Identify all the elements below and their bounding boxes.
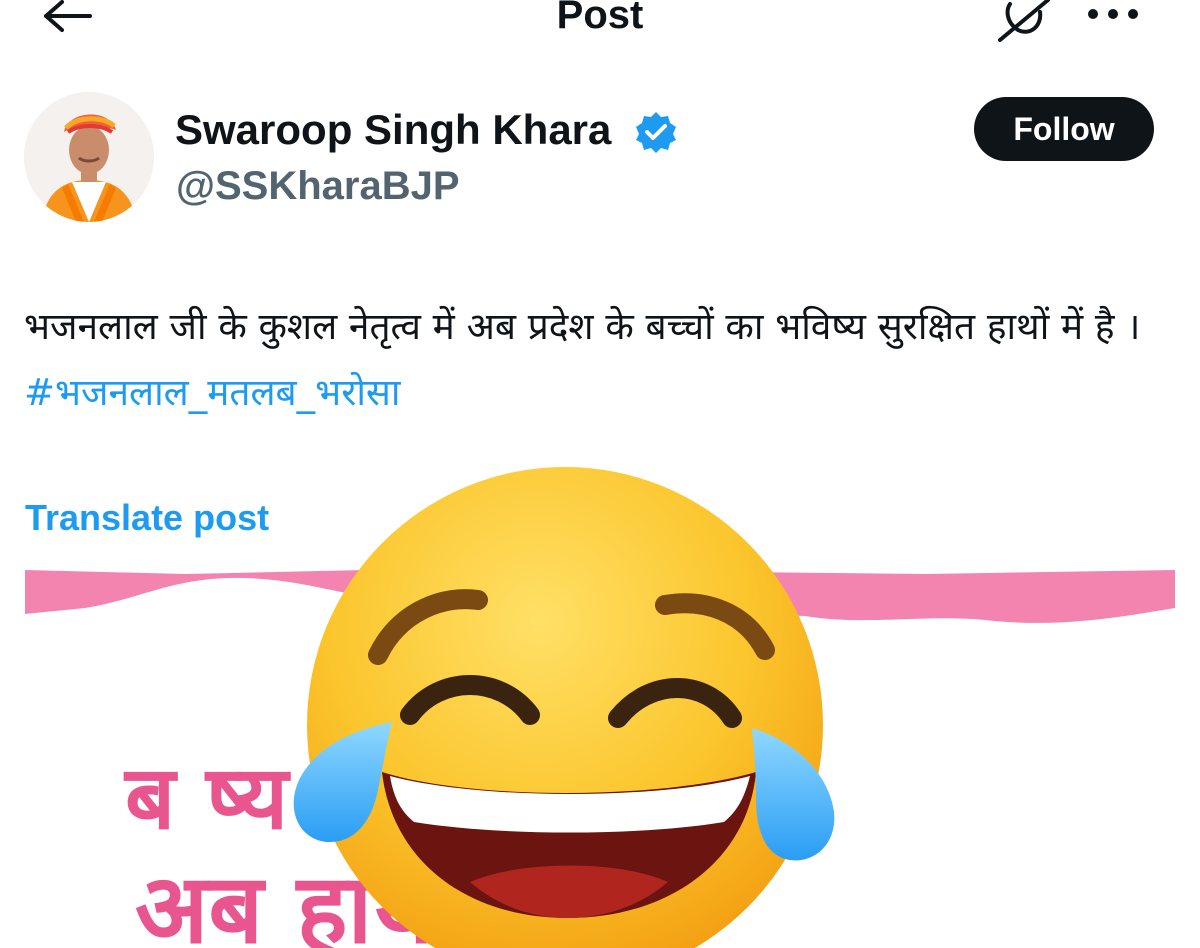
- author-display-name[interactable]: Swaroop Singh Khara: [175, 104, 611, 156]
- author-avatar[interactable]: [24, 92, 154, 222]
- image-text-line-1: ब ष्य: [125, 746, 289, 849]
- author-handle[interactable]: @SSKharaBJP: [176, 162, 460, 210]
- verified-badge-icon: [636, 112, 676, 153]
- more-horizontal-icon: [1088, 9, 1138, 19]
- image-text-line-2: अब हाथों में: [135, 853, 550, 948]
- top-bar: Post: [0, 0, 1200, 60]
- post-text: भजनलाल जी के कुशल नेतृत्व में अब प्रदेश …: [24, 294, 1174, 426]
- post-hashtag[interactable]: #भजनलाल_मतलब_भरोसा: [24, 371, 401, 414]
- grok-button[interactable]: [996, 0, 1054, 42]
- post-media-image[interactable]: ब ष्य अब हाथों में: [25, 568, 1175, 948]
- more-options-button[interactable]: [1084, 2, 1142, 26]
- profile-photo: [24, 92, 154, 222]
- translate-post-link[interactable]: Translate post: [25, 496, 269, 540]
- post-body-text: भजनलाल जी के कुशल नेतृत्व में अब प्रदेश …: [24, 305, 1141, 348]
- follow-button[interactable]: Follow: [974, 97, 1154, 161]
- grok-icon: [998, 0, 1050, 42]
